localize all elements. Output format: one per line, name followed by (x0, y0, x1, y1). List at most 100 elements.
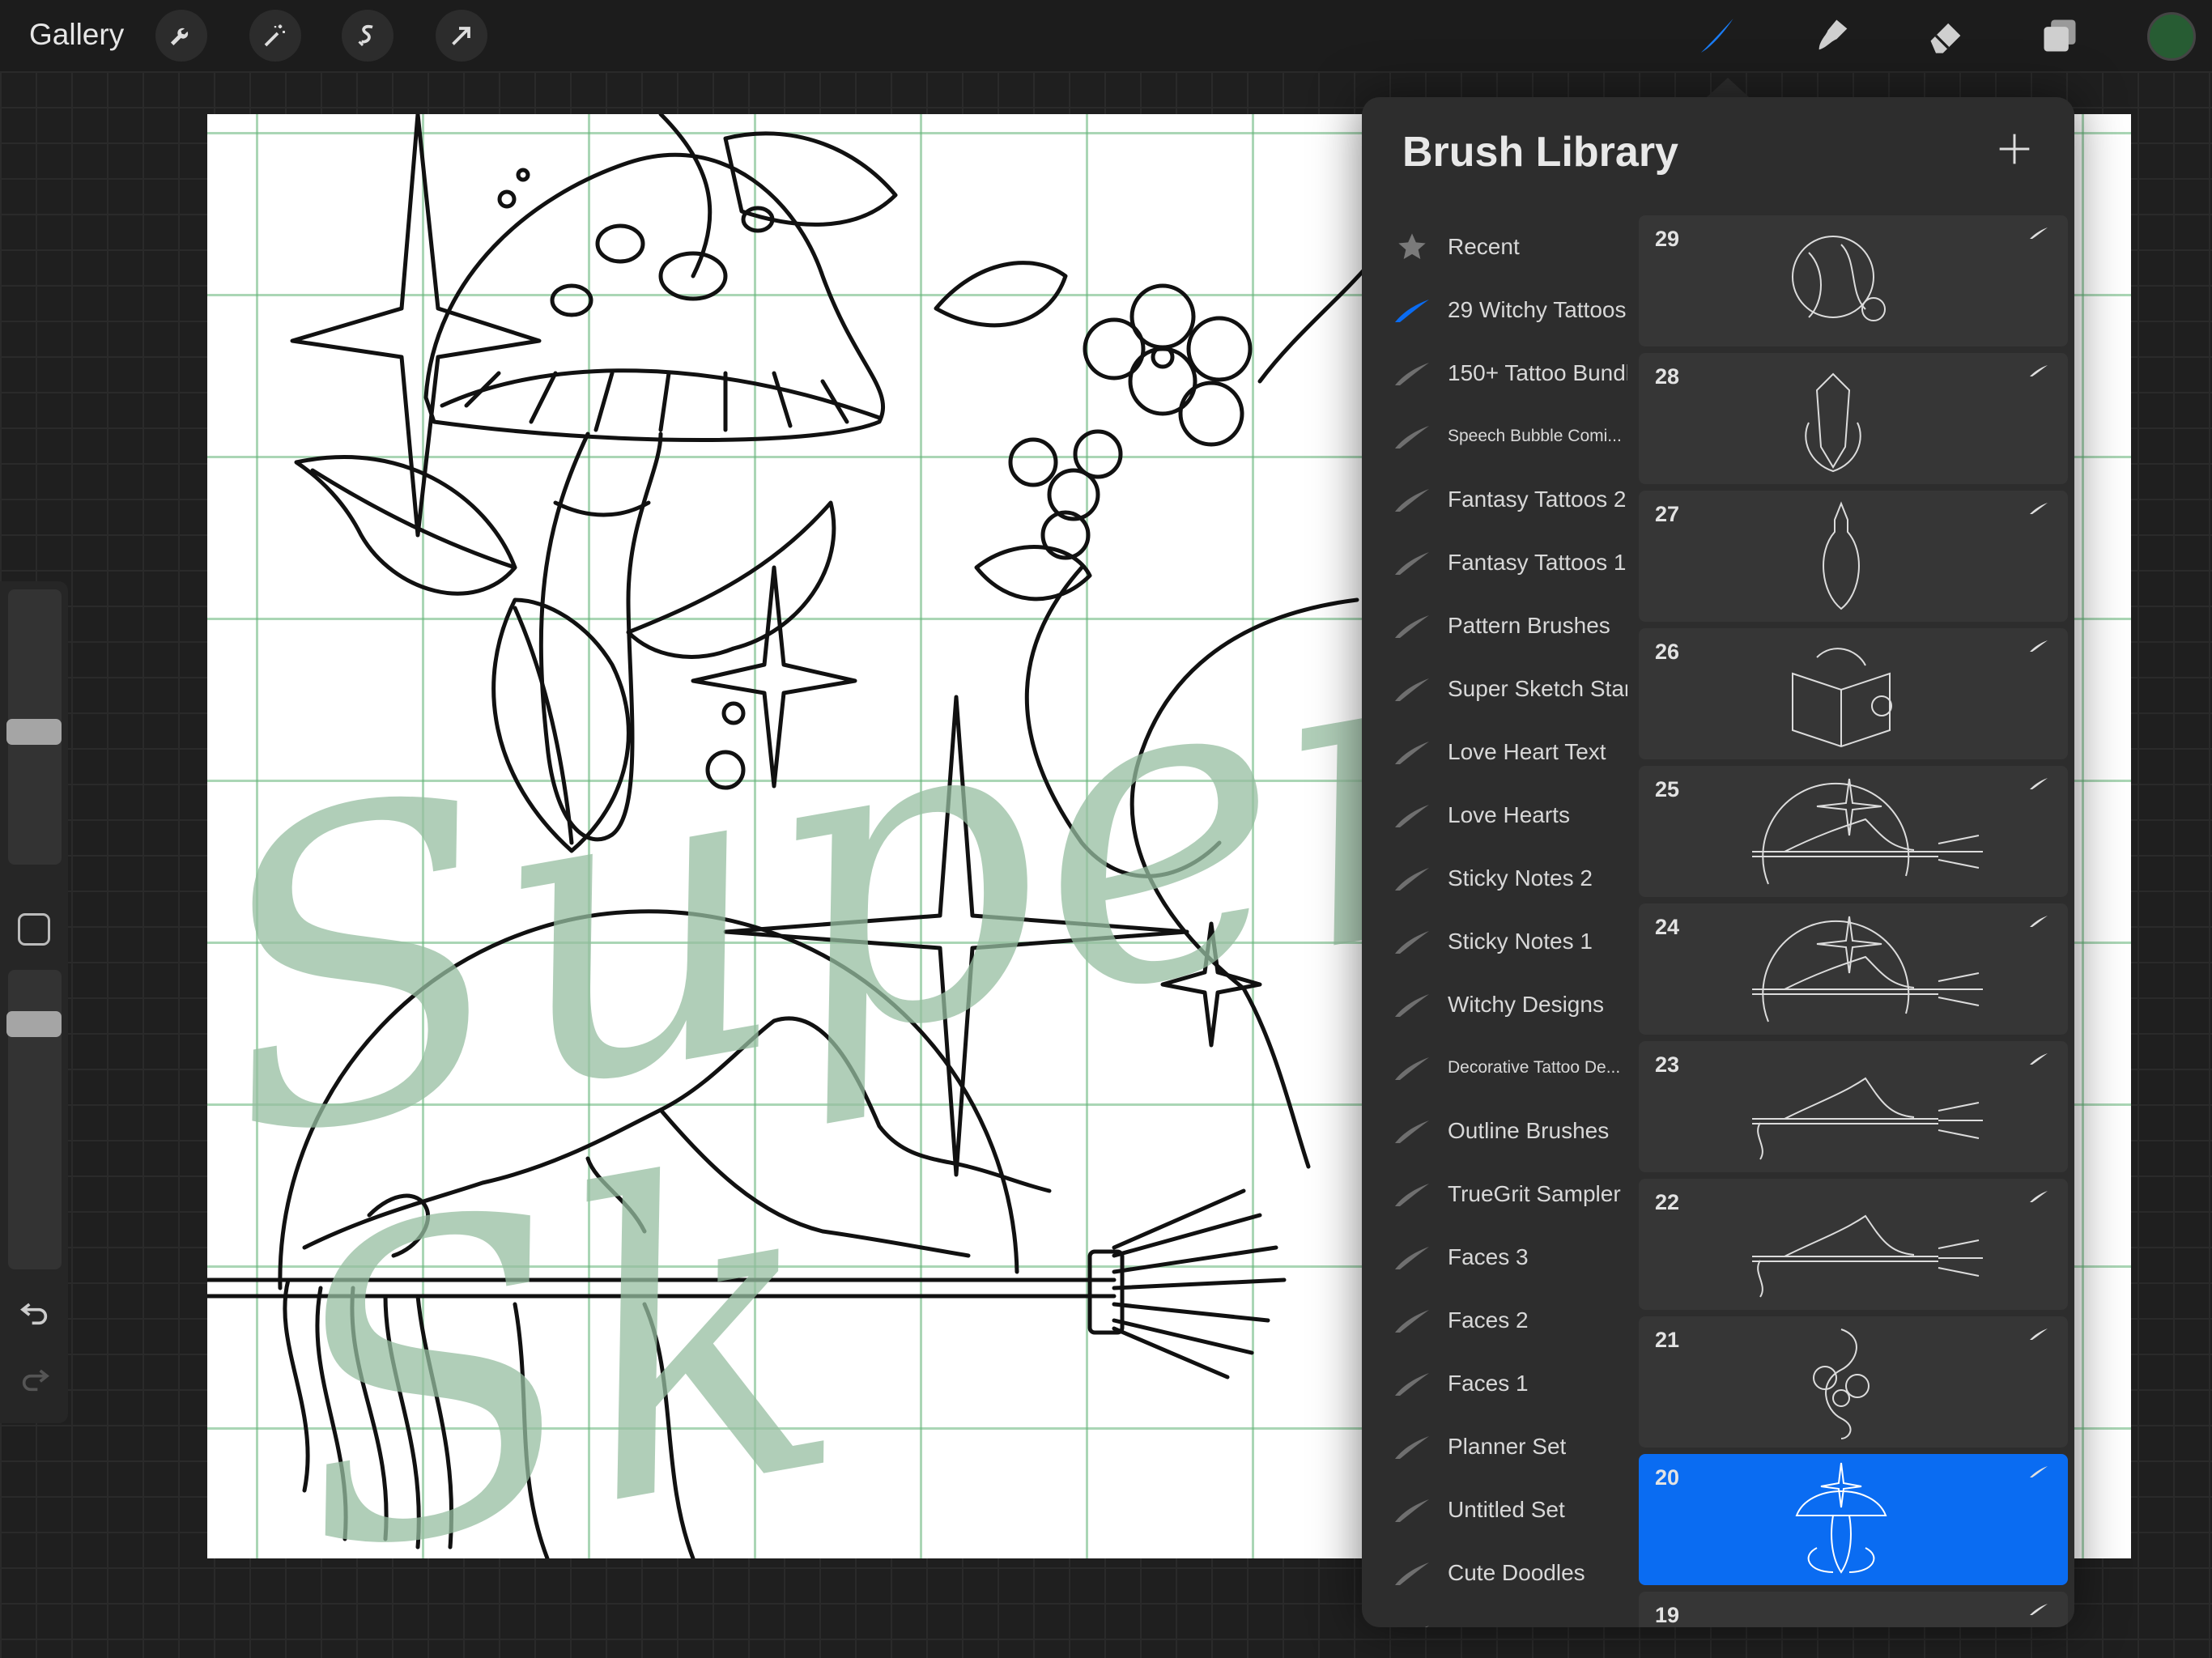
brush-set-item[interactable]: Faces 3 (1362, 1226, 1634, 1289)
brush-card[interactable]: 24 (1639, 903, 2068, 1035)
brush-card[interactable]: 21 (1639, 1316, 2068, 1448)
brush-number: 19 (1655, 1603, 1680, 1627)
brush-set-item[interactable]: Cute Doodles (1362, 1541, 1634, 1605)
gallery-button[interactable]: Gallery (29, 18, 124, 52)
brush-stroke-icon (1393, 294, 1431, 326)
brush-stroke-icon (2029, 1052, 2048, 1069)
brush-set-item[interactable]: TrueGrit Sampler (1362, 1163, 1634, 1226)
brush-number: 20 (1655, 1465, 1680, 1490)
brush-card[interactable]: 22 (1639, 1179, 2068, 1310)
brush-stroke-icon (1393, 1367, 1431, 1400)
brush-set-label: Decorative Tattoo De... (1448, 1058, 1621, 1077)
brush-set-item[interactable]: 29 Witchy Tattoos (1362, 278, 1634, 342)
brush-number: 26 (1655, 640, 1680, 664)
brush-set-label: Planner Set (1448, 1434, 1567, 1459)
brush-stroke-icon (1393, 736, 1431, 768)
brush-set-label: Pattern Brushes (1448, 613, 1610, 638)
brush-set-label: Outline Brushes (1448, 1118, 1610, 1143)
brush-set-label: Faces 2 (1448, 1307, 1529, 1333)
wrench-icon[interactable] (155, 10, 207, 62)
transform-arrow-icon[interactable] (436, 10, 487, 62)
top-toolbar: Gallery (0, 0, 2212, 71)
brush-set-label: Cute Doodles (1448, 1560, 1585, 1585)
brush-set-item[interactable]: Super Sketch Stamp (1362, 657, 1634, 721)
brush-number: 23 (1655, 1052, 1680, 1077)
brush-card[interactable]: 27 (1639, 491, 2068, 622)
brush-set-item[interactable]: Witchy Designs (1362, 973, 1634, 1036)
brush-set-label: 150+ Tattoo Bundle (1448, 360, 1627, 385)
brush-set-item[interactable]: Faces 1 (1362, 1352, 1634, 1415)
brush-stroke-icon (1393, 1241, 1431, 1273)
selection-icon[interactable] (342, 10, 393, 62)
moon-broom-witch-2-preview (1720, 908, 1987, 1034)
brush-card[interactable]: 26 (1639, 628, 2068, 759)
brush-card[interactable]: 29 (1639, 215, 2068, 346)
brush-stroke-icon (2029, 1190, 2048, 1207)
brush-set-item[interactable]: Recent (1362, 215, 1634, 278)
brush-set-item[interactable]: Love Hearts (1362, 784, 1634, 847)
brush-set-label: Love Heart Text (1448, 739, 1606, 764)
brush-stroke-icon (2029, 502, 2048, 519)
brush-stroke-icon (1393, 673, 1431, 705)
brush-stroke-icon (1393, 483, 1431, 516)
brush-set-item[interactable]: Sticky Notes 2 (1362, 847, 1634, 910)
color-picker-button[interactable] (2147, 12, 2196, 61)
layers-icon[interactable] (2034, 10, 2086, 62)
brush-number: 25 (1655, 777, 1680, 801)
brush-set-item[interactable]: Planner Set (1362, 1415, 1634, 1478)
brush-number: 21 (1655, 1328, 1680, 1352)
brush-icon[interactable] (1692, 10, 1744, 62)
brush-set-label: Faces 3 (1448, 1244, 1529, 1269)
brush-stroke-icon (1393, 1620, 1431, 1627)
brush-set-item[interactable]: Outline Brushes (1362, 1099, 1634, 1163)
brush-opacity-slider-thumb[interactable] (6, 1010, 62, 1037)
brush-set-item[interactable]: Untitled Set (1362, 1478, 1634, 1541)
brush-set-item[interactable]: Pattern Brushes (1362, 594, 1634, 657)
brush-set-item[interactable]: Speech Bubble Comi... (1362, 405, 1634, 468)
brush-set-label: Sticky Notes 1 (1448, 929, 1593, 954)
moon-broom-witch-preview (1720, 771, 1987, 896)
brush-stroke-icon (1393, 925, 1431, 958)
brush-set-item[interactable]: Decorative Tattoo De... (1362, 1036, 1634, 1099)
brush-card[interactable]: 23 (1639, 1041, 2068, 1172)
brush-set-item[interactable]: Christ... (1362, 1605, 1634, 1627)
brush-stroke-icon (2029, 227, 2048, 244)
brush-set-label: Recent (1448, 234, 1520, 259)
add-icon[interactable] (1993, 128, 2035, 170)
brush-set-item[interactable]: Sticky Notes 1 (1362, 910, 1634, 973)
brush-card[interactable]: 25 (1639, 766, 2068, 897)
brush-set-item[interactable]: Fantasy Tattoos 1 (1362, 531, 1634, 594)
brush-number: 22 (1655, 1190, 1680, 1214)
modifier-button[interactable] (18, 913, 50, 946)
brush-card[interactable]: 20 (1639, 1454, 2068, 1585)
brush-set-label: 29 Witchy Tattoos (1448, 297, 1627, 322)
brush-stroke-icon (1393, 799, 1431, 831)
brush-set-item[interactable]: 150+ Tattoo Bundle (1362, 342, 1634, 405)
brush-stroke-icon (2029, 1465, 2048, 1482)
brush-set-item[interactable]: Fantasy Tattoos 2 (1362, 468, 1634, 531)
broom-witch-preview (1720, 1046, 1987, 1171)
brush-card[interactable]: 19 (1639, 1592, 2068, 1627)
spell-book-preview (1720, 633, 1963, 759)
magic-wand-icon[interactable] (249, 10, 301, 62)
eraser-icon[interactable] (1921, 10, 1972, 62)
broom-witch-small-preview (1720, 1184, 1987, 1309)
brush-stroke-icon (1393, 1115, 1431, 1147)
brush-set-label: TrueGrit Sampler (1448, 1181, 1621, 1206)
brush-set-item[interactable]: Faces 2 (1362, 1289, 1634, 1352)
brush-number: 24 (1655, 915, 1680, 939)
moon-witch-preview (1720, 220, 1963, 346)
smudge-icon[interactable] (1807, 10, 1859, 62)
redo-icon[interactable] (16, 1360, 53, 1397)
brush-stroke-icon (1393, 357, 1431, 389)
brush-size-slider-thumb[interactable] (6, 719, 62, 746)
brush-set-label: Christ... (1448, 1623, 1525, 1627)
brush-set-item[interactable]: Love Heart Text (1362, 721, 1634, 784)
brush-set-list: Recent 29 Witchy Tattoos 150+ Tattoo Bundl… (1362, 215, 1634, 1627)
brush-stroke-icon (1393, 420, 1431, 453)
star-icon (1393, 231, 1431, 263)
undo-icon[interactable] (16, 1294, 53, 1331)
brush-card[interactable]: 28 (1639, 353, 2068, 484)
brush-library-panel: Brush Library Recent 29 Witchy Tattoos 150… (1362, 97, 2074, 1627)
brush-set-label: Sticky Notes 2 (1448, 865, 1593, 891)
